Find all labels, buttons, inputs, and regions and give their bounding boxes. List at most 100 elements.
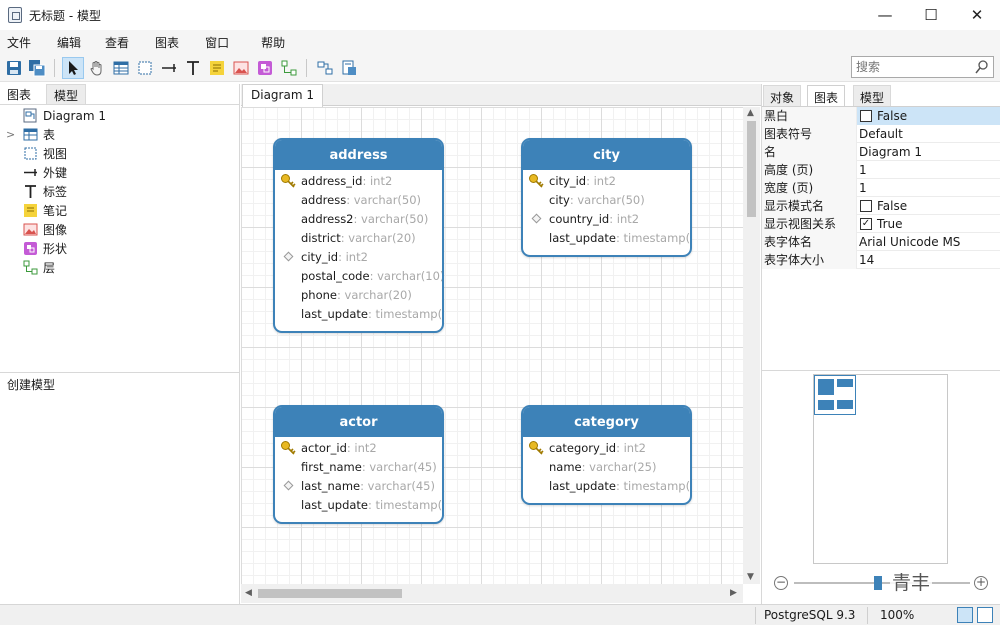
field-row[interactable]: last_update: timestamp(6) <box>523 476 690 495</box>
primary-key-icon <box>529 174 544 188</box>
property-row-table-font-size[interactable]: 表字体大小 14 <box>762 250 1000 269</box>
table-icon <box>22 127 38 143</box>
overview-toggle-button[interactable] <box>977 607 993 623</box>
field-row[interactable]: category_id: int2 <box>523 438 690 457</box>
scroll-left-icon[interactable]: ◀ <box>245 588 252 598</box>
tree-item-shapes[interactable]: 形状 <box>0 239 240 258</box>
diagram-overview[interactable] <box>813 374 948 564</box>
field-row[interactable]: country_id: int2 <box>523 209 690 228</box>
menu-edit[interactable]: 编辑 <box>51 34 101 51</box>
watermark-text: 青丰 <box>890 568 933 595</box>
field-row[interactable]: city_id: int2 <box>275 247 442 266</box>
primary-key-icon <box>529 441 544 455</box>
note-icon[interactable] <box>206 57 228 79</box>
tab-object[interactable]: 对象 <box>763 85 802 106</box>
tab-model-left[interactable]: 模型 <box>46 84 87 104</box>
field-row[interactable]: last_update: timestamp(6) <box>275 495 442 514</box>
scroll-up-icon[interactable]: ▲ <box>747 108 754 118</box>
menu-diagram[interactable]: 图表 <box>151 34 201 51</box>
tab-diagram-1[interactable]: Diagram 1 <box>242 84 323 107</box>
layout-view-button[interactable] <box>957 607 973 623</box>
hand-icon[interactable] <box>86 57 108 79</box>
search-input[interactable] <box>852 57 970 77</box>
menu-help[interactable]: 帮助 <box>255 34 301 51</box>
save-icon[interactable] <box>3 57 25 79</box>
tree-item-notes[interactable]: 笔记 <box>0 201 240 220</box>
checkbox-unchecked[interactable] <box>860 199 872 212</box>
shape-icon[interactable] <box>254 57 276 79</box>
label-icon[interactable] <box>182 57 204 79</box>
field-row[interactable]: address_id: int2 <box>275 171 442 190</box>
field-row[interactable]: first_name: varchar(45) <box>275 457 442 476</box>
field-row[interactable]: last_update: timestamp(6) <box>523 228 690 247</box>
vertical-scrollbar[interactable]: ▲ ▼ <box>743 107 760 584</box>
field-row[interactable]: name: varchar(25) <box>523 457 690 476</box>
field-row[interactable]: last_update: timestamp(6) <box>275 304 442 323</box>
view-icon[interactable] <box>134 57 156 79</box>
vertical-scroll-thumb[interactable] <box>747 121 756 217</box>
search-icon[interactable] <box>974 59 990 75</box>
property-row-height-pages[interactable]: 高度 (页) 1 <box>762 160 1000 179</box>
horizontal-scroll-thumb[interactable] <box>258 589 402 598</box>
field-row[interactable]: postal_code: varchar(10) <box>275 266 442 285</box>
property-row-name[interactable]: 名 Diagram 1 <box>762 142 1000 161</box>
horizontal-scrollbar[interactable]: ◀ ▶ <box>241 584 743 603</box>
entity-title: address <box>275 140 442 170</box>
pointer-icon[interactable] <box>62 57 84 79</box>
menu-view[interactable]: 查看 <box>101 34 151 51</box>
save-as-icon[interactable] <box>26 57 48 79</box>
property-row-notation[interactable]: 图表符号 Default <box>762 124 1000 143</box>
field-row[interactable]: actor_id: int2 <box>275 438 442 457</box>
tab-diagram-left[interactable]: 图表 <box>0 84 39 104</box>
layer-icon[interactable] <box>278 57 300 79</box>
property-row-black-white[interactable]: 黑白 False <box>762 106 1000 125</box>
entity-city[interactable]: city city_id: int2 city: varchar(50) cou… <box>521 138 692 257</box>
checkbox-unchecked[interactable] <box>860 109 872 122</box>
foreign-key-icon[interactable] <box>158 57 180 79</box>
entity-address[interactable]: address address_id: int2 address: varcha… <box>273 138 444 333</box>
auto-layout-icon[interactable] <box>314 57 336 79</box>
entity-category[interactable]: category category_id: int2 name: varchar… <box>521 405 692 505</box>
tab-diagram-right[interactable]: 图表 <box>807 85 846 106</box>
tree-item-layers[interactable]: 层 <box>0 258 240 277</box>
property-row-show-schema-name[interactable]: 显示模式名 False <box>762 196 1000 215</box>
right-panel: 对象 图表 模型 黑白 False 图表符号 Default 名 Diagram… <box>761 84 1000 604</box>
field-row[interactable]: address2: varchar(50) <box>275 209 442 228</box>
tree-item-tables[interactable]: 表 <box>0 125 240 144</box>
field-row[interactable]: phone: varchar(20) <box>275 285 442 304</box>
status-database: PostgreSQL 9.3 <box>764 608 856 622</box>
zoom-out-button[interactable]: − <box>774 576 788 590</box>
tree-item-labels[interactable]: 标签 <box>0 182 240 201</box>
overview-viewport[interactable] <box>814 375 856 415</box>
menu-file[interactable]: 文件 <box>0 34 51 51</box>
zoom-slider-thumb[interactable] <box>874 576 882 590</box>
field-row[interactable]: city_id: int2 <box>523 171 690 190</box>
property-row-width-pages[interactable]: 宽度 (页) 1 <box>762 178 1000 197</box>
entity-actor[interactable]: actor actor_id: int2 first_name: varchar… <box>273 405 444 524</box>
tab-model-right[interactable]: 模型 <box>853 85 892 106</box>
tree-item-foreign-keys[interactable]: 外键 <box>0 163 240 182</box>
zoom-slider[interactable] <box>794 582 970 584</box>
menu-window[interactable]: 窗口 <box>201 34 255 51</box>
scroll-right-icon[interactable]: ▶ <box>730 588 737 598</box>
field-row[interactable]: last_name: varchar(45) <box>275 476 442 495</box>
checkbox-checked[interactable]: ✓ <box>860 217 872 230</box>
tree-item-views[interactable]: 视图 <box>0 144 240 163</box>
close-button[interactable]: ✕ <box>954 0 1000 30</box>
minimize-button[interactable]: — <box>862 0 908 30</box>
reverse-engineer-icon[interactable] <box>338 57 360 79</box>
field-row[interactable]: address: varchar(50) <box>275 190 442 209</box>
tree-item-images[interactable]: 图像 <box>0 220 240 239</box>
property-row-table-font-name[interactable]: 表字体名 Arial Unicode MS <box>762 232 1000 251</box>
zoom-in-button[interactable]: + <box>974 576 988 590</box>
diagram-canvas[interactable]: address address_id: int2 address: varcha… <box>241 107 743 584</box>
table-icon[interactable] <box>110 57 132 79</box>
property-row-show-view-relations[interactable]: 显示视图关系 ✓ True <box>762 214 1000 233</box>
maximize-button[interactable]: ☐ <box>908 0 954 30</box>
tree-item-diagram-1[interactable]: Diagram 1 <box>0 106 240 125</box>
scroll-down-icon[interactable]: ▼ <box>747 572 754 582</box>
image-icon[interactable] <box>230 57 252 79</box>
primary-key-icon <box>281 441 296 455</box>
field-row[interactable]: district: varchar(20) <box>275 228 442 247</box>
field-row[interactable]: city: varchar(50) <box>523 190 690 209</box>
